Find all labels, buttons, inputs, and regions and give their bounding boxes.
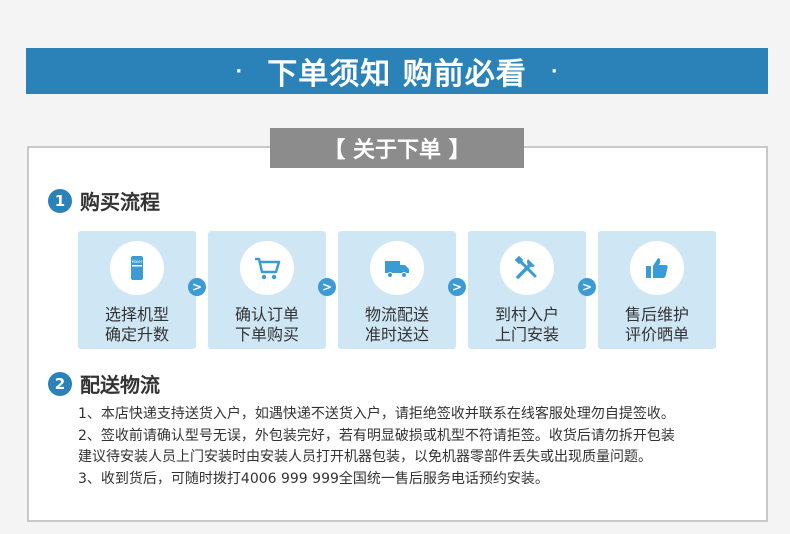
flow-arrow-icon: > xyxy=(448,278,466,296)
note-line: 2、签收前请确认型号无误，外包装完好，若有明显破损或机型不符请拒签。收货后请勿拆… xyxy=(78,427,675,444)
purchase-title: 购买流程 xyxy=(80,190,160,214)
step-line-1: 到村入户 xyxy=(494,305,559,324)
step-line-1: 选择机型 xyxy=(104,305,169,324)
flow-step-after-sales: 售后维护 评价晒单 xyxy=(598,231,716,349)
step-line-1: 物流配送 xyxy=(364,305,429,324)
shipping-number-badge: 2 xyxy=(48,371,72,396)
haier-fridge-icon: Haier xyxy=(110,241,164,295)
flow-step-confirm-order: 确认订单 下单购买 xyxy=(208,231,326,349)
note-line: 3、收到货后，可随时拨打4006 999 999全国统一售后服务电话预约安装。 xyxy=(78,470,549,487)
svg-text:Haier: Haier xyxy=(132,259,143,264)
delivery-truck-icon xyxy=(370,241,424,295)
step-line-2: 确定升数 xyxy=(104,325,169,344)
flow-step-choose-model: Haier 选择机型 确定升数 xyxy=(78,231,196,349)
section-label: 【 关于下单 】 xyxy=(270,128,524,168)
banner-title: 下单须知 购前必看 xyxy=(267,57,527,92)
step-line-2: 评价晒单 xyxy=(624,325,689,344)
step-line-2: 上门安装 xyxy=(494,325,559,344)
note-line: 建议待安装人员上门安装时由安装人员打开机器包装，以免机器零部件丢失或出现质量问题… xyxy=(78,449,652,465)
step-line-2: 准时送达 xyxy=(364,325,429,344)
step-line-1: 确认订单 xyxy=(234,305,299,324)
shopping-cart-icon xyxy=(240,241,294,295)
purchase-number-badge: 1 xyxy=(48,188,72,213)
banner-dot-right: · xyxy=(550,60,559,82)
header-banner: · 下单须知 购前必看 · xyxy=(26,48,768,94)
thumbs-up-icon xyxy=(630,241,684,295)
step-line-2: 下单购买 xyxy=(234,325,299,344)
note-line: 1、本店快递支持送货入户，如遇快递不送货入户，请拒绝签收并联系在线客服处理勿自提… xyxy=(78,406,675,422)
tools-icon xyxy=(500,241,554,295)
purchase-flow: Haier 选择机型 确定升数 > 确认订单 下单购买 > 物流配送 准时送达 … xyxy=(78,231,718,349)
flow-step-logistics: 物流配送 准时送达 xyxy=(338,231,456,349)
flow-step-installation: 到村入户 上门安装 xyxy=(468,231,586,349)
shipping-notes: 1、本店快递支持送货入户，如遇快递不送货入户，请拒绝签收并联系在线客服处理勿自提… xyxy=(78,404,758,490)
shipping-title: 配送物流 xyxy=(80,373,160,397)
step-line-1: 售后维护 xyxy=(624,305,689,324)
purchase-heading: 1 购买流程 xyxy=(48,186,160,215)
flow-arrow-icon: > xyxy=(318,278,336,296)
banner-dot-left: · xyxy=(235,60,244,82)
flow-arrow-icon: > xyxy=(578,278,596,296)
flow-arrow-icon: > xyxy=(188,278,206,296)
shipping-heading: 2 配送物流 xyxy=(48,369,160,398)
